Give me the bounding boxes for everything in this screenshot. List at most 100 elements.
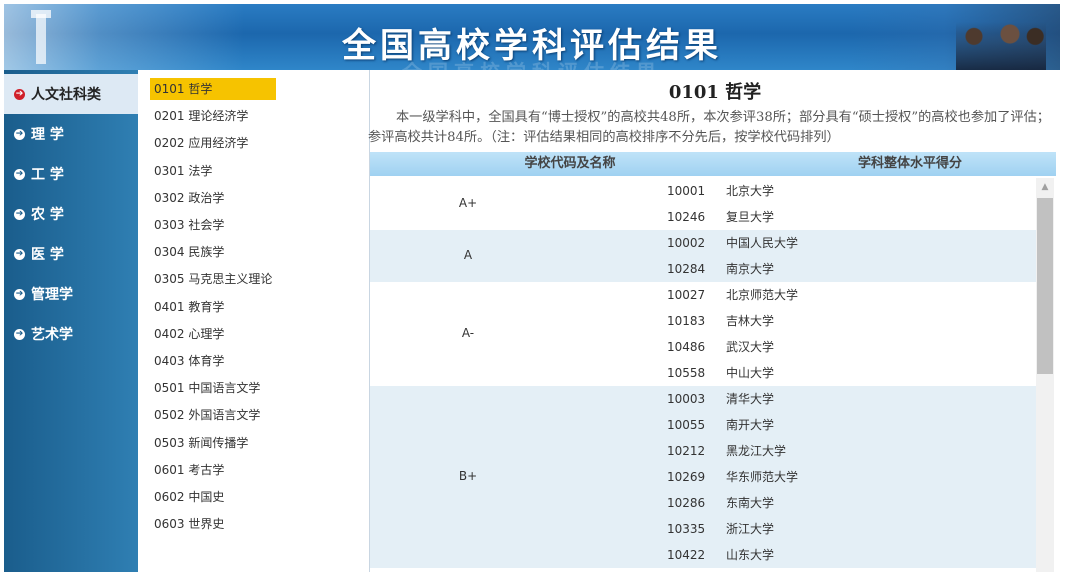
table-row: 10422 山东大学 (370, 542, 1036, 568)
school-code: 10001 (667, 184, 706, 198)
subject-link[interactable]: 0503 新闻传播学 (150, 432, 252, 454)
table-row: 10212 黑龙江大学 (370, 438, 1036, 464)
school-name: 中国人民大学 (726, 236, 799, 250)
subject-link[interactable]: 0601 考古学 (150, 459, 228, 481)
category-label: 农 学 (31, 207, 64, 223)
subject-link[interactable]: 0202 应用经济学 (150, 132, 252, 154)
school-name: 吉林大学 (726, 314, 775, 328)
subject-heading: 0101 哲学 (668, 82, 762, 103)
school-code: 10422 (667, 548, 706, 562)
subject-link[interactable]: 0402 心理学 (150, 323, 228, 345)
category-item[interactable]: ➔ 艺术学 (4, 314, 138, 354)
school-code: 10286 (667, 496, 706, 510)
table-row: 10003 清华大学 (370, 386, 1036, 412)
school-code: 10246 (667, 210, 706, 224)
category-sidebar: ➔ 人文社科类 ➔ 理 学 ➔ 工 学 ➔ 农 学 ➔ 医 学 ➔ 管理学 ➔ 艺术学 (4, 70, 138, 572)
table-row: 10269 华东师范大学 (370, 464, 1036, 490)
subject-link[interactable]: 0502 外国语言文学 (150, 404, 264, 426)
school-code: 10335 (667, 522, 706, 536)
grade-group: A 10002 中国人民大学 10284 南京大学 (370, 230, 1036, 282)
school-code: 10486 (667, 340, 706, 354)
category-item[interactable]: ➔ 理 学 (4, 114, 138, 154)
arrow-right-icon: ➔ (14, 328, 25, 340)
category-item[interactable]: ➔ 工 学 (4, 154, 138, 194)
category-item[interactable]: ➔ 人文社科类 (4, 74, 138, 114)
page-banner: 全国高校学科评估结果 全国高校学科评估结果 (4, 4, 1060, 70)
table-row: 10183 吉林大学 (370, 308, 1036, 334)
subject-description: 本一级学科中，全国具有“博士授权”的高校共48所，本次参评38所；部分具有“硕士… (368, 110, 1050, 145)
school-name: 清华大学 (726, 392, 775, 406)
school-code: 10055 (667, 418, 706, 432)
school-name: 东南大学 (726, 496, 775, 510)
grade-group: A+ 10001 北京大学 10246 复旦大学 (370, 178, 1036, 230)
banner-title-reflection: 全国高校学科评估结果 (4, 56, 1060, 70)
school-code: 10212 (667, 444, 706, 458)
results-table-body[interactable]: A+ 10001 北京大学 10246 复旦大学 A 10002 中国人民大学 10284 南京大… (370, 178, 1036, 572)
scroll-thumb[interactable] (1037, 198, 1053, 374)
subject-link[interactable]: 0403 体育学 (150, 350, 228, 372)
school-name: 浙江大学 (726, 522, 775, 536)
table-row: 10284 南京大学 (370, 256, 1036, 282)
school-name: 北京师范大学 (726, 288, 799, 302)
subject-link[interactable]: 0303 社会学 (150, 214, 228, 236)
table-row: 10246 复旦大学 (370, 204, 1036, 230)
arrow-right-icon: ➔ (14, 248, 25, 260)
school-code: 10269 (667, 470, 706, 484)
category-item[interactable]: ➔ 管理学 (4, 274, 138, 314)
school-name: 南京大学 (726, 262, 775, 276)
subject-link[interactable]: 0603 世界史 (150, 513, 228, 535)
school-code: 10002 (667, 236, 706, 250)
subject-link[interactable]: 0501 中国语言文学 (150, 377, 264, 399)
table-row: 10335 浙江大学 (370, 516, 1036, 542)
school-code: 10558 (667, 366, 706, 380)
subject-link[interactable]: 0304 民族学 (150, 241, 228, 263)
category-item[interactable]: ➔ 农 学 (4, 194, 138, 234)
subject-link[interactable]: 0101 哲学 (150, 78, 276, 100)
school-code: 10027 (667, 288, 706, 302)
table-row: 10002 中国人民大学 (370, 230, 1036, 256)
subject-link[interactable]: 0602 中国史 (150, 486, 228, 508)
school-code: 10183 (667, 314, 706, 328)
grade-group: B+ 10003 清华大学 10055 南开大学 10212 黑龙江大学 10269 华东师范大… (370, 386, 1036, 568)
school-code: 10284 (667, 262, 706, 276)
school-code: 10003 (667, 392, 706, 406)
arrow-right-icon: ➔ (14, 208, 25, 220)
column-header-score: 学科整体水平得分 (857, 156, 962, 171)
subject-link[interactable]: 0302 政治学 (150, 187, 228, 209)
table-row: 10558 中山大学 (370, 360, 1036, 386)
subject-link[interactable]: 0305 马克思主义理论 (150, 268, 276, 290)
table-row: 10027 北京师范大学 (370, 282, 1036, 308)
subject-link[interactable]: 0201 理论经济学 (150, 105, 252, 127)
school-name: 武汉大学 (726, 340, 775, 354)
table-row: 10486 武汉大学 (370, 334, 1036, 360)
arrow-right-icon: ➔ (14, 168, 25, 180)
scroll-up-arrow-icon[interactable]: ▲ (1036, 178, 1054, 196)
results-scrollbar[interactable]: ▲ (1036, 178, 1054, 572)
school-name: 复旦大学 (726, 210, 775, 224)
table-row: 10286 东南大学 (370, 490, 1036, 516)
grade-group: A- 10027 北京师范大学 10183 吉林大学 10486 武汉大学 10558 中山大学 (370, 282, 1036, 386)
results-table-header: 学校代码及名称 学科整体水平得分 (370, 152, 1056, 176)
subject-link[interactable]: 0301 法学 (150, 160, 216, 182)
arrow-right-icon: ➔ (14, 288, 25, 300)
arrow-right-icon: ➔ (14, 128, 25, 140)
school-name: 山东大学 (726, 548, 775, 562)
school-name: 黑龙江大学 (726, 444, 787, 458)
table-row: 10001 北京大学 (370, 178, 1036, 204)
subject-link[interactable]: 0401 教育学 (150, 296, 228, 318)
table-row: 10055 南开大学 (370, 412, 1036, 438)
category-label: 人文社科类 (31, 87, 101, 103)
category-label: 理 学 (31, 127, 64, 143)
category-item[interactable]: ➔ 医 学 (4, 234, 138, 274)
results-panel: 0101 哲学 本一级学科中，全国具有“博士授权”的高校共48所，本次参评38所… (368, 70, 1060, 572)
school-name: 中山大学 (726, 366, 775, 380)
category-label: 工 学 (31, 167, 64, 183)
category-label: 医 学 (31, 247, 64, 263)
school-name: 北京大学 (726, 184, 775, 198)
category-label: 艺术学 (31, 327, 73, 343)
column-header-school: 学校代码及名称 (524, 156, 616, 171)
school-name: 南开大学 (726, 418, 775, 432)
subject-list: 0101 哲学 0201 理论经济学 0202 应用经济学 0301 法学 0302 政… (138, 70, 370, 572)
arrow-right-icon: ➔ (14, 88, 25, 100)
school-name: 华东师范大学 (726, 470, 799, 484)
